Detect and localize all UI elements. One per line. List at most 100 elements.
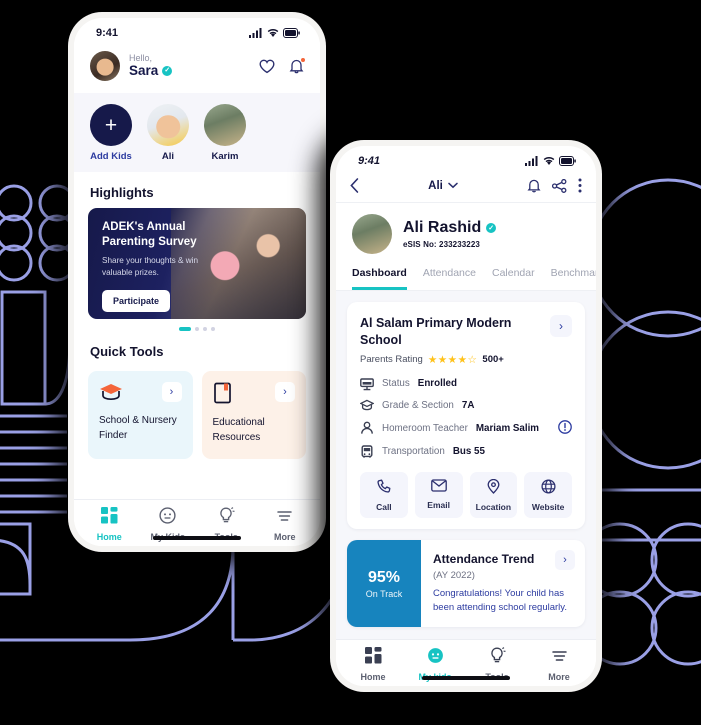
nav-item-more[interactable]: More xyxy=(528,647,590,682)
kid-label: Add Kids xyxy=(90,151,132,162)
status-time: 9:41 xyxy=(96,27,119,39)
map-pin-icon xyxy=(487,478,500,494)
participate-button[interactable]: Participate xyxy=(102,289,171,312)
chevron-left-icon[interactable] xyxy=(350,178,359,193)
phone1-screen: 9:41 Hello, Sara ✓ + Add Kids Ali Karim … xyxy=(74,18,320,546)
grid-icon xyxy=(100,507,118,524)
tab-attendance[interactable]: Attendance xyxy=(423,267,476,290)
verified-badge-icon: ✓ xyxy=(486,223,497,233)
child-profile-text: Ali Rashid ✓ eSIS No: 233233223 xyxy=(403,219,497,249)
kid-ali[interactable]: Ali xyxy=(147,104,189,162)
info-row-status: Status Enrolled xyxy=(360,377,572,391)
bell-notification-icon[interactable] xyxy=(289,57,306,74)
bulb-icon xyxy=(220,507,235,523)
child-face-icon xyxy=(159,507,176,524)
school-name: Al Salam Primary Modern School xyxy=(360,316,512,347)
dashboard-content: Al Salam Primary Modern School Parents R… xyxy=(336,291,596,655)
chevron-right-icon[interactable]: › xyxy=(161,382,182,402)
school-info-list: Status Enrolled Grade & Section 7A Homer… xyxy=(360,377,572,459)
phone1-header: Hello, Sara ✓ xyxy=(74,41,320,93)
contact-website-button[interactable]: Website xyxy=(524,471,572,518)
carousel-dot-active[interactable] xyxy=(179,327,191,331)
tab-benchmark[interactable]: Benchmark R xyxy=(551,267,596,290)
verified-badge-icon: ✓ xyxy=(162,66,173,77)
contact-location-button[interactable]: Location xyxy=(469,471,518,518)
phone2-topbar: Ali xyxy=(336,169,596,203)
kebab-menu-icon[interactable] xyxy=(578,178,582,193)
carousel-dot[interactable] xyxy=(203,327,207,331)
attendance-message: Congratulations! Your child has been att… xyxy=(433,587,567,613)
battery-icon xyxy=(283,28,300,38)
attendance-percent: 95% xyxy=(367,568,401,586)
school-building-icon xyxy=(360,378,374,391)
info-row-grade: Grade & Section 7A xyxy=(360,399,572,412)
info-row-teacher: Homeroom Teacher Mariam Salim xyxy=(360,419,572,437)
highlights-title: Highlights xyxy=(90,185,154,200)
menu-lines-icon xyxy=(277,511,292,521)
school-head-text: Al Salam Primary Modern School Parents R… xyxy=(360,315,542,366)
attendance-status: On Track xyxy=(365,588,403,599)
info-value: Enrolled xyxy=(417,378,457,390)
topbar-actions xyxy=(527,178,582,193)
child-name: Ali Rashid xyxy=(403,219,482,236)
contact-email-button[interactable]: Email xyxy=(414,471,463,518)
child-avatar[interactable] xyxy=(352,214,392,254)
menu-lines-icon xyxy=(551,651,567,661)
screenshot-canvas: 9:41 Hello, Sara ✓ + Add Kids Ali Karim … xyxy=(0,0,701,725)
nav-label: More xyxy=(548,672,570,682)
child-avatar xyxy=(204,104,246,146)
chevron-right-icon[interactable]: › xyxy=(550,315,572,337)
nav-item-home[interactable]: Home xyxy=(80,507,139,542)
wifi-icon xyxy=(543,157,555,165)
star-rating-icon: ★★★★☆ xyxy=(427,353,478,366)
attendance-title: Attendance Trend xyxy=(433,551,535,566)
chevron-right-icon[interactable]: › xyxy=(275,382,295,402)
nav-item-more[interactable]: More xyxy=(256,507,315,542)
child-face-icon xyxy=(427,648,443,663)
attendance-trend-card[interactable]: 95% On Track Attendance Trend (AY 2022) … xyxy=(347,539,585,628)
contact-call-button[interactable]: Call xyxy=(360,471,408,518)
child-name-row: Ali Rashid ✓ xyxy=(403,219,497,237)
tab-dashboard[interactable]: Dashboard xyxy=(352,267,407,290)
bell-icon[interactable] xyxy=(527,178,541,193)
user-avatar[interactable] xyxy=(90,51,120,81)
tool-card-educational-resources[interactable]: › Educational Resources xyxy=(201,371,306,459)
school-info-card[interactable]: Al Salam Primary Modern School Parents R… xyxy=(347,302,585,529)
phone2-screen: 9:41 Ali Ali Rashid ✓ eSIS No: 233233223… xyxy=(336,146,596,686)
nav-item-home[interactable]: Home xyxy=(342,647,404,682)
child-selector[interactable]: Ali xyxy=(428,180,458,192)
kid-add-kids[interactable]: + Add Kids xyxy=(90,104,132,162)
carousel-dot[interactable] xyxy=(211,327,215,331)
person-icon xyxy=(361,421,373,434)
quick-tools-row: › School & Nursery Finder › Educational … xyxy=(74,371,320,459)
contact-label: Email xyxy=(427,499,450,510)
kid-karim[interactable]: Karim xyxy=(204,104,246,162)
chevron-right-icon[interactable]: › xyxy=(555,549,575,570)
wifi-icon xyxy=(267,29,279,37)
dashboard-tabs: Dashboard Attendance Calendar Benchmark … xyxy=(336,263,596,291)
contact-label: Website xyxy=(531,501,565,512)
info-value: Bus 55 xyxy=(452,446,485,458)
phone-mockup-child-dashboard: 9:41 Ali Ali Rashid ✓ eSIS No: 233233223… xyxy=(330,140,602,692)
highlight-banner-card[interactable]: ADEK's Annual Parenting Survey Share you… xyxy=(88,208,306,319)
greeting-text: Hello, xyxy=(129,53,153,64)
alert-circle-icon[interactable] xyxy=(558,419,572,437)
share-icon[interactable] xyxy=(551,178,567,193)
school-card-head: Al Salam Primary Modern School Parents R… xyxy=(360,315,572,366)
tool-card-label: Educational Resources xyxy=(212,417,265,443)
battery-icon xyxy=(559,156,576,166)
rating-count: 500+ xyxy=(482,354,504,366)
header-icon-group xyxy=(259,57,306,74)
bus-icon xyxy=(361,445,373,458)
user-name-row: Sara ✓ xyxy=(129,63,173,79)
tool-card-label: School & Nursery Finder xyxy=(99,415,177,441)
tab-calendar[interactable]: Calendar xyxy=(492,267,535,290)
carousel-dot[interactable] xyxy=(195,327,199,331)
heart-icon[interactable] xyxy=(259,59,275,74)
graduation-cap-icon xyxy=(360,399,374,411)
tool-card-head: › xyxy=(213,382,295,404)
tool-card-school-finder[interactable]: › School & Nursery Finder xyxy=(88,371,193,459)
home-indicator xyxy=(153,536,241,540)
status-indicators xyxy=(525,156,576,166)
info-label: Status xyxy=(382,378,410,390)
